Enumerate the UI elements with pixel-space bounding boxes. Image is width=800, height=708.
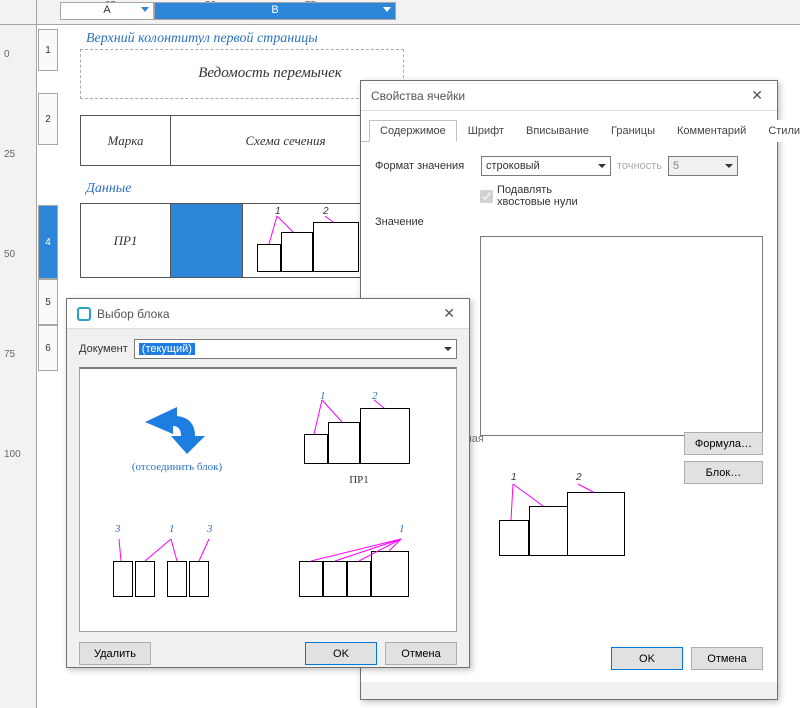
row-header-6[interactable]: 6 [38, 325, 58, 371]
ok-button[interactable]: OK [611, 647, 683, 670]
tab-fit[interactable]: Вписывание [515, 120, 600, 142]
tab-comment[interactable]: Комментарий [666, 120, 757, 142]
checkbox-suppress-zeros: Подавлять хвостовые нули [480, 184, 580, 208]
tab-font[interactable]: Шрифт [457, 120, 515, 142]
cancel-button[interactable]: Отмена [385, 642, 457, 665]
ruler-vertical: 0 25 50 75 100 [0, 25, 37, 708]
tab-strip: Содержимое Шрифт Вписывание Границы Комм… [361, 111, 777, 142]
vr-tick: 100 [4, 449, 21, 460]
label-format: Формат значения [375, 160, 475, 172]
cell-marka[interactable]: Марка [81, 116, 171, 166]
section-data-label[interactable]: Данные [86, 181, 132, 197]
label-precision: точность [617, 160, 662, 172]
column-header-b[interactable]: B [154, 2, 396, 20]
ruler-corner [0, 0, 37, 25]
column-header-a[interactable]: A [60, 2, 154, 20]
tab-styles[interactable]: Стили [757, 120, 800, 142]
label-document: Документ [79, 343, 128, 355]
dialog-title: Выбор блока [97, 307, 170, 321]
block-button[interactable]: Блок… [684, 461, 763, 484]
checkbox-input [480, 190, 493, 203]
cell-pr1[interactable]: ПР1 [81, 204, 171, 278]
precision-combo: 5 [668, 156, 738, 176]
dialog-titlebar[interactable]: Выбор блока ✕ [67, 299, 469, 329]
chevron-down-icon [725, 164, 733, 168]
row-header-2[interactable]: 2 [38, 93, 58, 145]
document-combo[interactable]: (текущий) [134, 339, 457, 359]
ok-button[interactable]: OK [305, 642, 377, 665]
vr-tick: 0 [4, 49, 10, 60]
sheet-title: Ведомость перемычек [170, 65, 370, 82]
vr-tick: 25 [4, 149, 15, 160]
row-header-1[interactable]: 1 [38, 29, 58, 71]
format-value: строковый [486, 160, 540, 172]
close-icon[interactable]: ✕ [747, 87, 767, 104]
page-header-link[interactable]: Верхний колонтитул первой страницы [86, 31, 318, 47]
preview-diagram: 1 2 [481, 472, 651, 567]
tab-content[interactable]: Содержимое [369, 120, 457, 142]
header-table: Марка Схема сечения [80, 115, 401, 166]
dialog-titlebar[interactable]: Свойства ячейки ✕ [361, 81, 777, 111]
chevron-down-icon [141, 7, 149, 12]
block-picker-dialog: Выбор блока ✕ Документ (текущий) (отсоед… [66, 298, 470, 668]
format-combo[interactable]: строковый [481, 156, 611, 176]
vr-tick: 75 [4, 349, 15, 360]
col-label: A [103, 4, 110, 16]
document-value: (текущий) [139, 343, 195, 355]
label-value: Значение [375, 216, 475, 228]
row-header-5[interactable]: 5 [38, 279, 58, 325]
app-icon [77, 307, 91, 321]
tab-borders[interactable]: Границы [600, 120, 666, 142]
dialog-title: Свойства ячейки [371, 89, 465, 103]
data-table: ПР1 1 2 [80, 203, 401, 278]
chevron-down-icon [444, 347, 452, 351]
selected-cell[interactable] [171, 204, 243, 278]
chevron-down-icon [383, 7, 391, 12]
detach-arrow-icon [137, 402, 217, 457]
chevron-down-icon [598, 164, 606, 168]
col-label: B [271, 4, 278, 16]
block-item-3[interactable]: 3 1 3 [88, 502, 266, 623]
thumb-caption: ПР1 [349, 474, 369, 486]
formula-button[interactable]: Формула… [684, 432, 763, 455]
close-icon[interactable]: ✕ [439, 305, 459, 322]
row-header-4[interactable]: 4 [38, 205, 58, 279]
delete-button[interactable]: Удалить [79, 642, 151, 665]
thumb-caption: (отсоединить блок) [132, 461, 222, 473]
block-item-4[interactable]: 1 [270, 502, 448, 623]
value-textarea[interactable] [480, 236, 763, 436]
precision-value: 5 [673, 160, 679, 172]
cancel-button[interactable]: Отмена [691, 647, 763, 670]
vr-tick: 50 [4, 249, 15, 260]
block-item-detach[interactable]: (отсоединить блок) [88, 377, 266, 498]
block-thumbnail-grid: (отсоединить блок) 1 2 ПР1 3 1 [79, 367, 457, 632]
block-item-pr1[interactable]: 1 2 ПР1 [270, 377, 448, 498]
